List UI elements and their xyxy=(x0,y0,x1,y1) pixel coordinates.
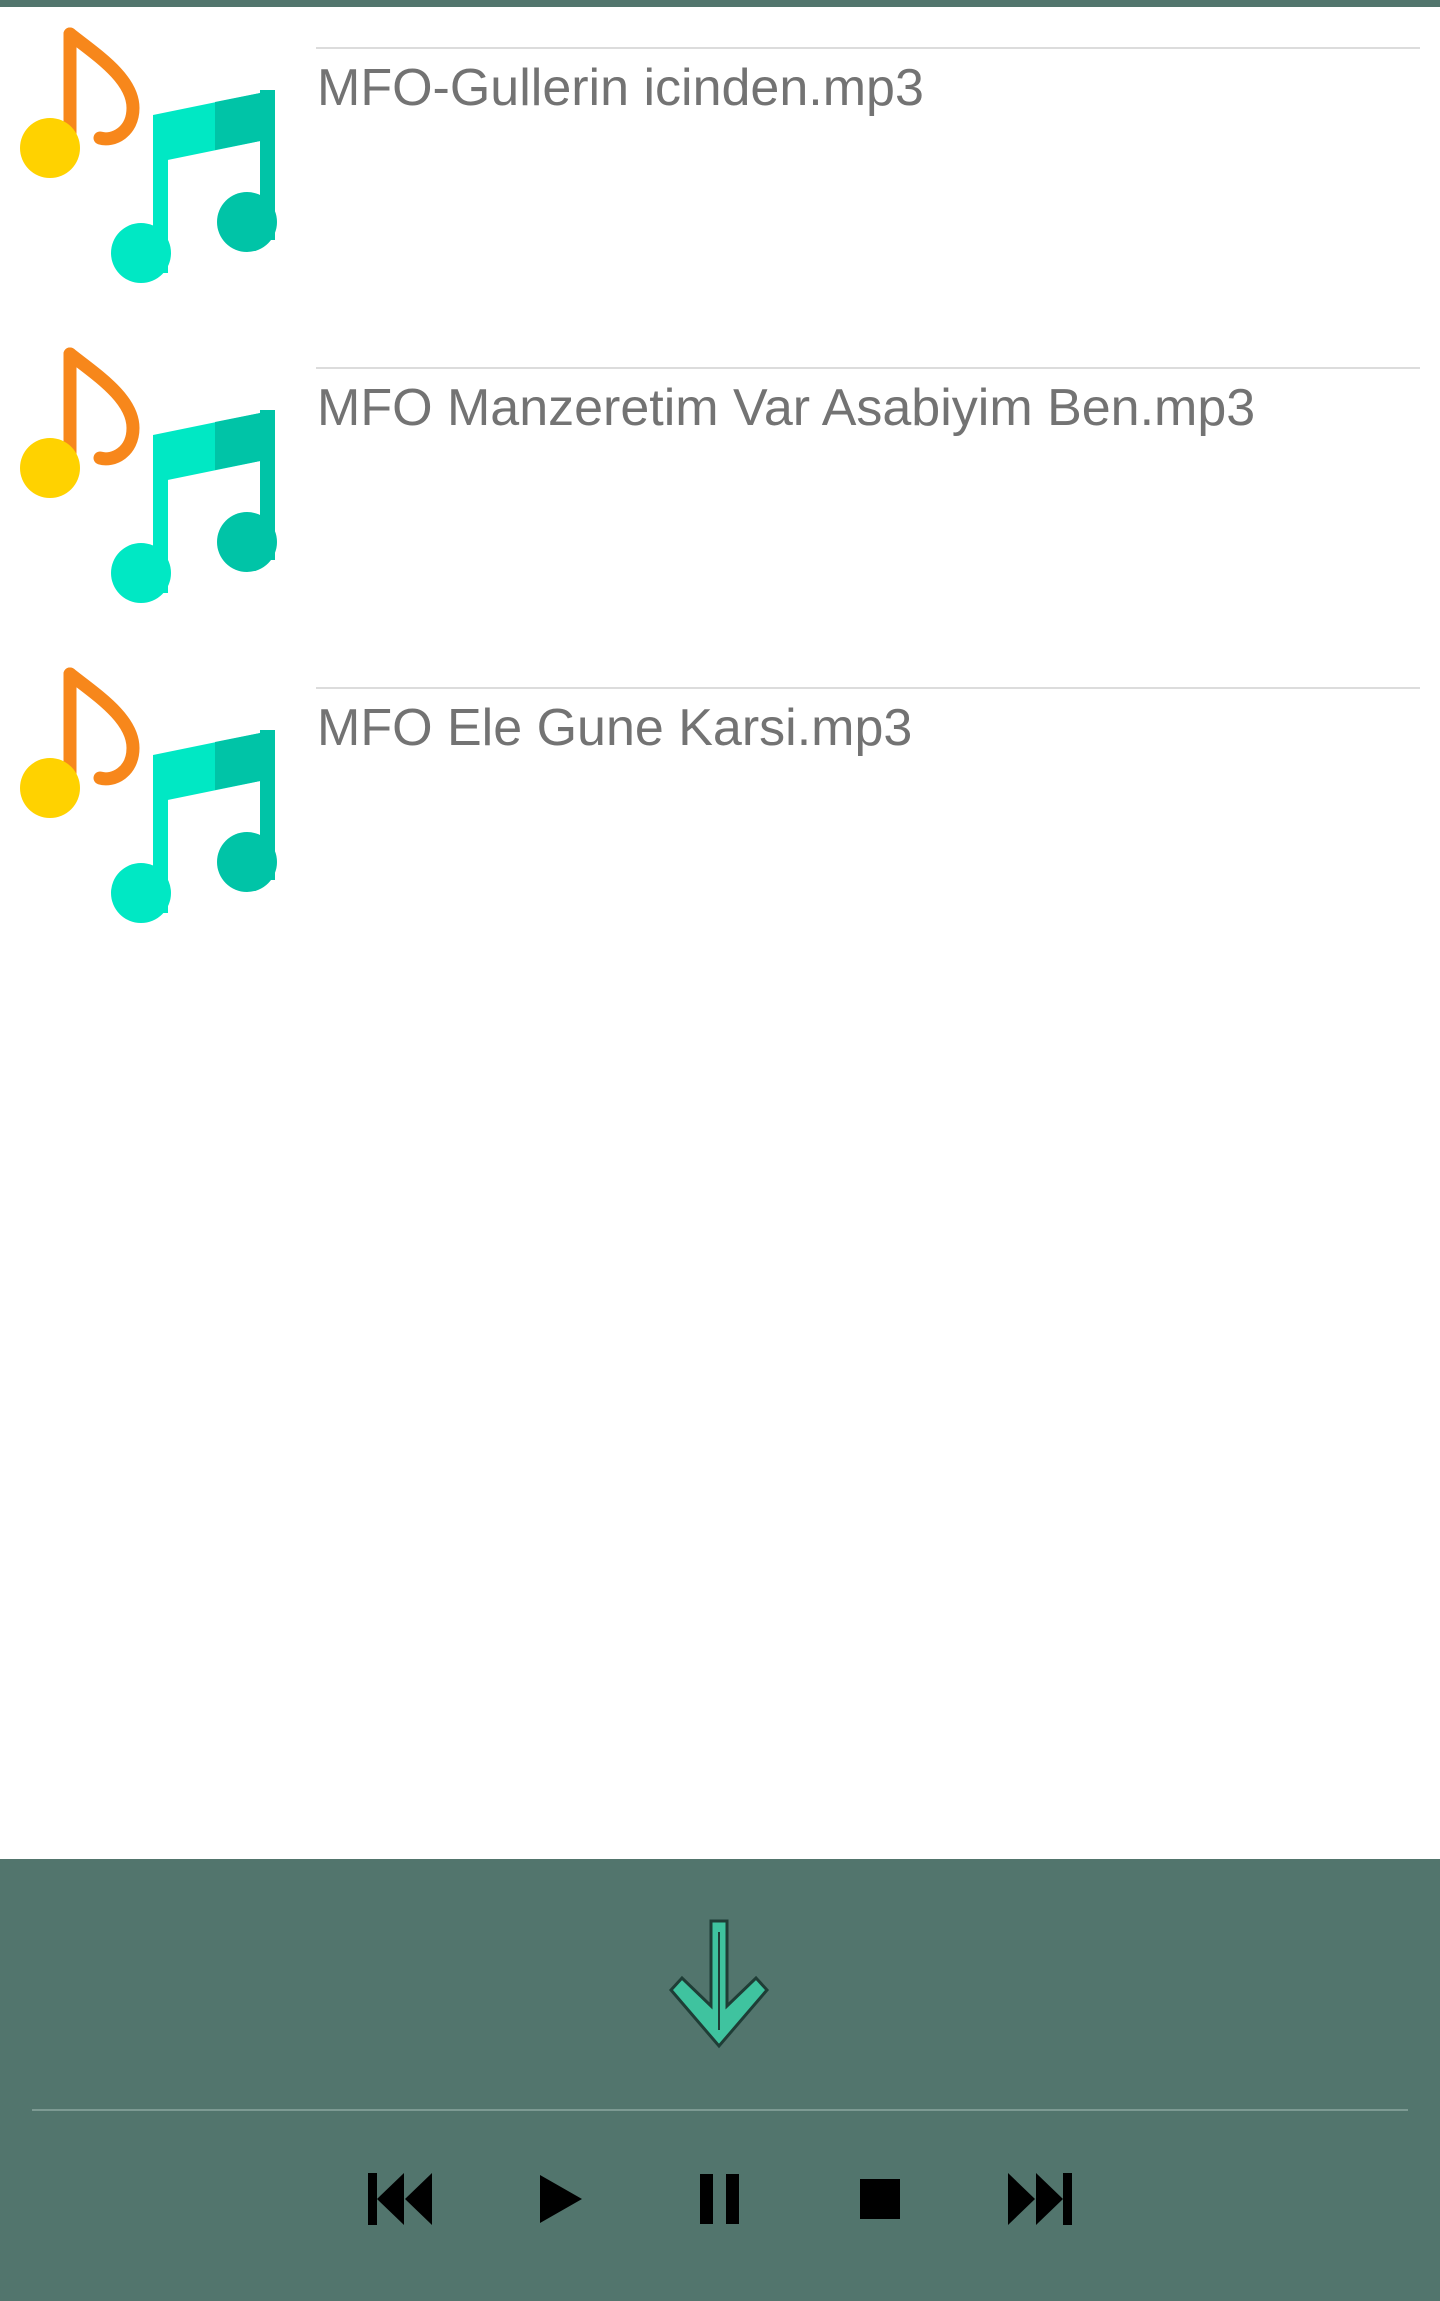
previous-track-button[interactable] xyxy=(360,2159,440,2239)
music-notes-icon xyxy=(15,340,280,605)
skip-previous-icon xyxy=(368,2173,432,2225)
stop-button[interactable] xyxy=(840,2159,920,2239)
next-track-button[interactable] xyxy=(1000,2159,1080,2239)
track-divider xyxy=(316,687,1420,689)
track-divider xyxy=(316,367,1420,369)
stop-icon xyxy=(860,2179,900,2219)
track-list-item[interactable]: MFO Ele Gune Karsi.mp3 xyxy=(0,640,1440,940)
play-button[interactable] xyxy=(520,2159,600,2239)
pause-button[interactable] xyxy=(680,2159,760,2239)
play-icon xyxy=(540,2175,582,2223)
track-title: MFO-Gullerin icinden.mp3 xyxy=(317,59,924,117)
track-list-item[interactable]: MFO-Gullerin icinden.mp3 xyxy=(0,0,1440,300)
playback-controls xyxy=(0,2159,1440,2239)
skip-next-icon xyxy=(1008,2173,1072,2225)
collapse-player-button[interactable] xyxy=(666,1918,772,2052)
music-notes-icon xyxy=(15,660,280,925)
track-title: MFO Ele Gune Karsi.mp3 xyxy=(317,699,913,757)
panel-divider xyxy=(32,2109,1408,2111)
track-list-item[interactable]: MFO Manzeretim Var Asabiyim Ben.mp3 xyxy=(0,320,1440,620)
arrow-down-icon xyxy=(668,1919,770,2049)
track-title: MFO Manzeretim Var Asabiyim Ben.mp3 xyxy=(317,379,1256,437)
music-notes-icon xyxy=(15,20,280,285)
track-divider xyxy=(316,47,1420,49)
player-panel xyxy=(0,1859,1440,2301)
pause-icon xyxy=(700,2174,739,2224)
